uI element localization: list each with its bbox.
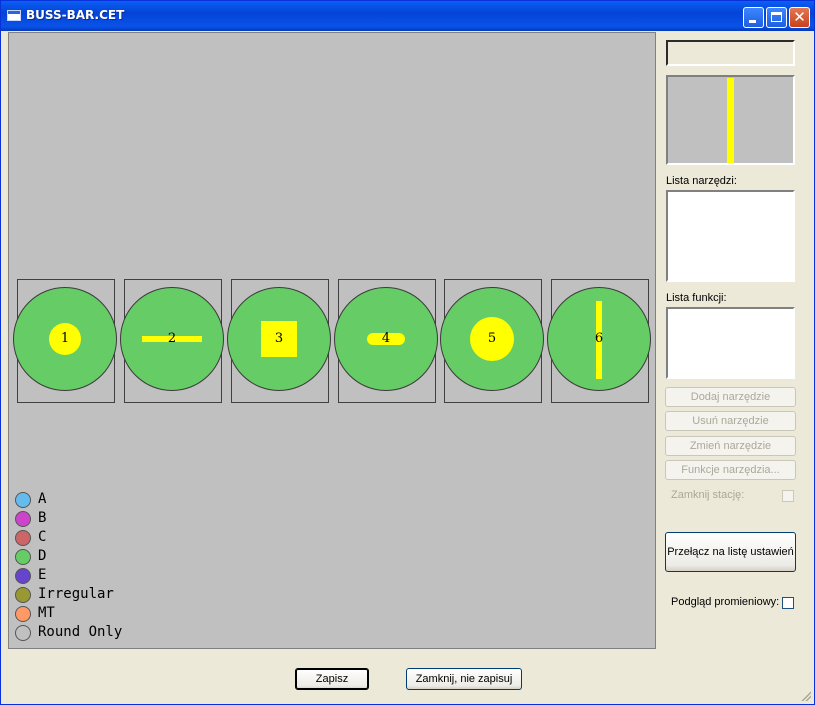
legend-label: A — [38, 491, 47, 507]
legend-label: E — [38, 567, 47, 583]
minimize-icon — [749, 20, 756, 23]
legend-dot — [15, 606, 31, 622]
maximize-icon — [771, 12, 782, 22]
station-number: 5 — [487, 331, 497, 346]
legend-dot — [15, 549, 31, 565]
tool-functions-button[interactable]: Funkcje narzędzia... — [665, 460, 796, 480]
legend-dot — [15, 568, 31, 584]
close-icon: ✕ — [793, 8, 806, 26]
legend-dot — [15, 625, 31, 641]
close-without-saving-button[interactable]: Zamknij, nie zapisuj — [406, 668, 522, 690]
legend-label: D — [38, 548, 47, 564]
minimize-button[interactable] — [743, 7, 764, 28]
turret-canvas[interactable]: 1 2 3 4 5 6 A B C D E Irregular MT Round… — [8, 32, 656, 649]
station-number: 1 — [60, 331, 70, 346]
save-button[interactable]: Zapisz — [295, 668, 369, 690]
add-tool-button[interactable]: Dodaj narzędzie — [665, 387, 796, 407]
legend-label: MT — [38, 605, 55, 621]
remove-tool-button[interactable]: Usuń narzędzie — [665, 411, 796, 431]
functions-list-label: Lista funkcji: — [666, 292, 727, 304]
legend-label: Irregular — [38, 586, 114, 602]
change-tool-button[interactable]: Zmień narzędzie — [665, 436, 796, 456]
title-bar[interactable]: BUSS-BAR.CET ✕ — [1, 1, 814, 31]
tool-preview — [666, 75, 795, 165]
station-3[interactable]: 3 — [227, 287, 331, 391]
functions-list[interactable] — [666, 307, 795, 379]
legend-dot — [15, 530, 31, 546]
resize-grip-icon[interactable] — [799, 689, 811, 701]
station-4[interactable]: 4 — [334, 287, 438, 391]
close-station-checkbox[interactable] — [782, 490, 794, 502]
window-title: BUSS-BAR.CET — [26, 8, 125, 22]
maximize-button[interactable] — [766, 7, 787, 28]
legend-label: Round Only — [38, 624, 123, 640]
station-5[interactable]: 5 — [440, 287, 544, 391]
preview-tool-shape — [727, 78, 734, 163]
tools-list-label: Lista narzędzi: — [666, 175, 737, 187]
legend-dot — [15, 492, 31, 508]
station-number: 3 — [274, 331, 284, 346]
radial-preview-checkbox[interactable] — [782, 597, 794, 609]
legend-label: B — [38, 510, 47, 526]
legend-dot — [15, 511, 31, 527]
station-2[interactable]: 2 — [120, 287, 224, 391]
tools-list[interactable] — [666, 190, 795, 282]
legend-label: C — [38, 529, 47, 545]
switch-to-settings-list-button[interactable]: Przełącz na listę ustawień — [665, 532, 796, 572]
preview-field — [666, 40, 795, 66]
close-station-label: Zamknij stację: — [671, 489, 745, 501]
station-6[interactable]: 6 — [547, 287, 651, 391]
legend-dot — [15, 587, 31, 603]
station-1[interactable]: 1 — [13, 287, 117, 391]
station-number: 6 — [594, 331, 604, 346]
station-number: 4 — [381, 331, 391, 346]
station-number: 2 — [167, 331, 177, 346]
main-window: BUSS-BAR.CET ✕ 1 2 3 4 5 6 A B C D E Irr… — [0, 0, 815, 705]
radial-preview-label: Podgląd promieniowy: — [671, 596, 780, 608]
close-button[interactable]: ✕ — [789, 7, 810, 28]
window-icon — [7, 10, 21, 21]
